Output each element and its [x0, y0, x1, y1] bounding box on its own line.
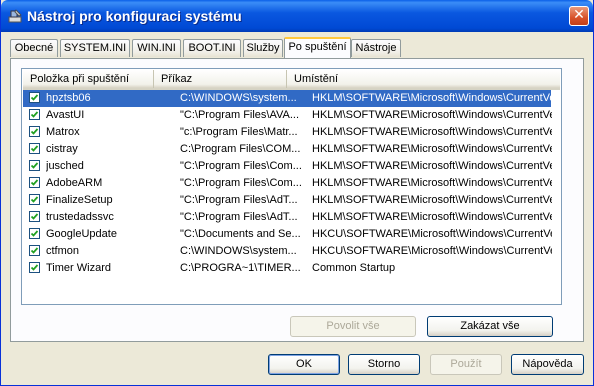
checkmark-icon	[30, 111, 39, 118]
startup-item-name: AvastUI	[46, 109, 85, 121]
disable-all-button[interactable]: Zakázat vše	[427, 316, 553, 337]
window-title: Nástroj pro konfiguraci systému	[27, 8, 242, 24]
startup-item-command: "C:\Program Files\Com...	[180, 177, 302, 189]
startup-item-name: hpztsb06	[46, 92, 91, 104]
startup-item-name: cistray	[46, 143, 78, 155]
msconfig-window: Nástroj pro konfiguraci systému ✕ Obecné…	[0, 0, 594, 386]
list-row[interactable]: cistray C:\Program Files\COM... HKLM\SOF…	[23, 141, 552, 158]
startup-item-name: Timer Wizard	[46, 262, 111, 274]
startup-item-command: "c:\Program Files\Matr...	[180, 126, 298, 138]
list-row[interactable]: FinalizeSetup "C:\Program Files\AdT... H…	[23, 192, 552, 209]
startup-item-location: HKLM\SOFTWARE\Microsoft\Windows\CurrentV…	[312, 177, 552, 189]
checkbox[interactable]	[29, 92, 40, 103]
startup-item-location: HKLM\SOFTWARE\Microsoft\Windows\CurrentV…	[312, 143, 552, 155]
checkmark-icon	[30, 145, 39, 152]
checkbox[interactable]	[29, 262, 40, 273]
checkbox[interactable]	[29, 109, 40, 120]
tab-win-ini[interactable]: WIN.INI	[132, 39, 181, 57]
startup-item-name: ctfmon	[46, 245, 80, 257]
startup-item-location: HKLM\SOFTWARE\Microsoft\Windows\CurrentV…	[312, 126, 552, 138]
checkbox[interactable]	[29, 211, 40, 222]
list-header: Položka při spuštění Příkaz Umístění	[23, 70, 560, 90]
column-header-location[interactable]: Umístění	[287, 70, 560, 88]
enable-all-button[interactable]: Povolit vše	[290, 316, 416, 337]
startup-item-location: HKLM\SOFTWARE\Microsoft\Windows\CurrentV…	[312, 211, 552, 223]
startup-list[interactable]: Položka při spuštění Příkaz Umístění hpz…	[21, 68, 562, 305]
checkmark-icon	[30, 179, 39, 186]
startup-item-command: "C:\Program Files\AdT...	[180, 211, 298, 223]
tab-boot-ini[interactable]: BOOT.INI	[183, 39, 241, 57]
tab-services[interactable]: Služby	[243, 39, 283, 57]
checkmark-icon	[30, 196, 39, 203]
startup-item-command: "C:\Program Files\Com...	[180, 160, 302, 172]
checkbox[interactable]	[29, 228, 40, 239]
startup-item-location: Common Startup	[312, 262, 396, 274]
checkmark-icon	[30, 264, 39, 271]
startup-item-name: jusched	[46, 160, 84, 172]
cancel-button[interactable]: Storno	[348, 354, 420, 375]
startup-item-command: "C:\Documents and Se...	[180, 228, 301, 240]
startup-item-command: C:\WINDOWS\system...	[180, 245, 297, 257]
checkbox[interactable]	[29, 160, 40, 171]
startup-item-command: C:\PROGRA~1\TIMER...	[180, 262, 301, 274]
startup-item-name: AdobeARM	[46, 177, 103, 189]
startup-item-name: FinalizeSetup	[46, 194, 113, 206]
startup-item-location: HKLM\SOFTWARE\Microsoft\Windows\CurrentV…	[312, 194, 552, 206]
startup-item-command: "C:\Program Files\AVA...	[180, 109, 300, 121]
startup-item-name: GoogleUpdate	[46, 228, 117, 240]
column-header-command[interactable]: Příkaz	[154, 70, 287, 88]
list-row[interactable]: jusched "C:\Program Files\Com... HKLM\SO…	[23, 158, 552, 175]
ok-button[interactable]: OK	[268, 354, 340, 375]
checkbox[interactable]	[29, 177, 40, 188]
close-icon: ✕	[573, 7, 585, 23]
list-row[interactable]: Timer Wizard C:\PROGRA~1\TIMER... Common…	[23, 260, 551, 277]
checkbox[interactable]	[29, 194, 40, 205]
list-row[interactable]: Matrox "c:\Program Files\Matr... HKLM\SO…	[23, 124, 552, 141]
startup-item-name: Matrox	[46, 126, 80, 138]
config-tool-icon	[8, 9, 22, 23]
apply-button[interactable]: Použít	[430, 354, 502, 375]
list-row[interactable]: GoogleUpdate "C:\Documents and Se... HKC…	[23, 226, 552, 243]
startup-item-location: HKLM\SOFTWARE\Microsoft\Windows\CurrentV…	[312, 109, 552, 121]
close-button[interactable]: ✕	[569, 6, 589, 26]
checkmark-icon	[30, 213, 39, 220]
tab-system-ini[interactable]: SYSTEM.INI	[60, 39, 130, 57]
checkmark-icon	[30, 94, 39, 101]
title-bar[interactable]: Nástroj pro konfiguraci systému ✕	[1, 0, 593, 32]
startup-tab-panel: Položka při spuštění Příkaz Umístění hpz…	[10, 58, 584, 342]
startup-item-location: HKLM\SOFTWARE\Microsoft\Windows\CurrentV…	[312, 92, 552, 104]
checkbox[interactable]	[29, 126, 40, 137]
startup-item-location: HKLM\SOFTWARE\Microsoft\Windows\CurrentV…	[312, 160, 552, 172]
list-row[interactable]: ctfmon C:\WINDOWS\system... HKCU\SOFTWAR…	[23, 243, 552, 260]
checkmark-icon	[30, 162, 39, 169]
checkmark-icon	[30, 247, 39, 254]
list-row[interactable]: AvastUI "C:\Program Files\AVA... HKLM\SO…	[23, 107, 552, 124]
checkmark-icon	[30, 230, 39, 237]
tab-startup[interactable]: Po spuštění	[284, 37, 351, 58]
startup-item-location: HKCU\SOFTWARE\Microsoft\Windows\CurrentV…	[312, 245, 552, 257]
list-row[interactable]: trustedadssvc "C:\Program Files\AdT... H…	[23, 209, 552, 226]
tab-tools[interactable]: Nástroje	[351, 39, 401, 57]
checkbox[interactable]	[29, 143, 40, 154]
startup-item-command: "C:\Program Files\AdT...	[180, 194, 298, 206]
list-row[interactable]: hpztsb06 C:\WINDOWS\system... HKLM\SOFTW…	[23, 90, 552, 107]
startup-item-command: C:\Program Files\COM...	[180, 143, 301, 155]
tab-general[interactable]: Obecné	[10, 39, 58, 57]
help-button[interactable]: Nápověda	[511, 354, 584, 375]
startup-item-name: trustedadssvc	[46, 211, 114, 223]
startup-item-command: C:\WINDOWS\system...	[180, 92, 297, 104]
startup-item-location: HKCU\SOFTWARE\Microsoft\Windows\CurrentV…	[312, 228, 552, 240]
column-header-item[interactable]: Položka při spuštění	[23, 70, 154, 88]
checkmark-icon	[30, 128, 39, 135]
checkbox[interactable]	[29, 245, 40, 256]
list-row[interactable]: AdobeARM "C:\Program Files\Com... HKLM\S…	[23, 175, 552, 192]
